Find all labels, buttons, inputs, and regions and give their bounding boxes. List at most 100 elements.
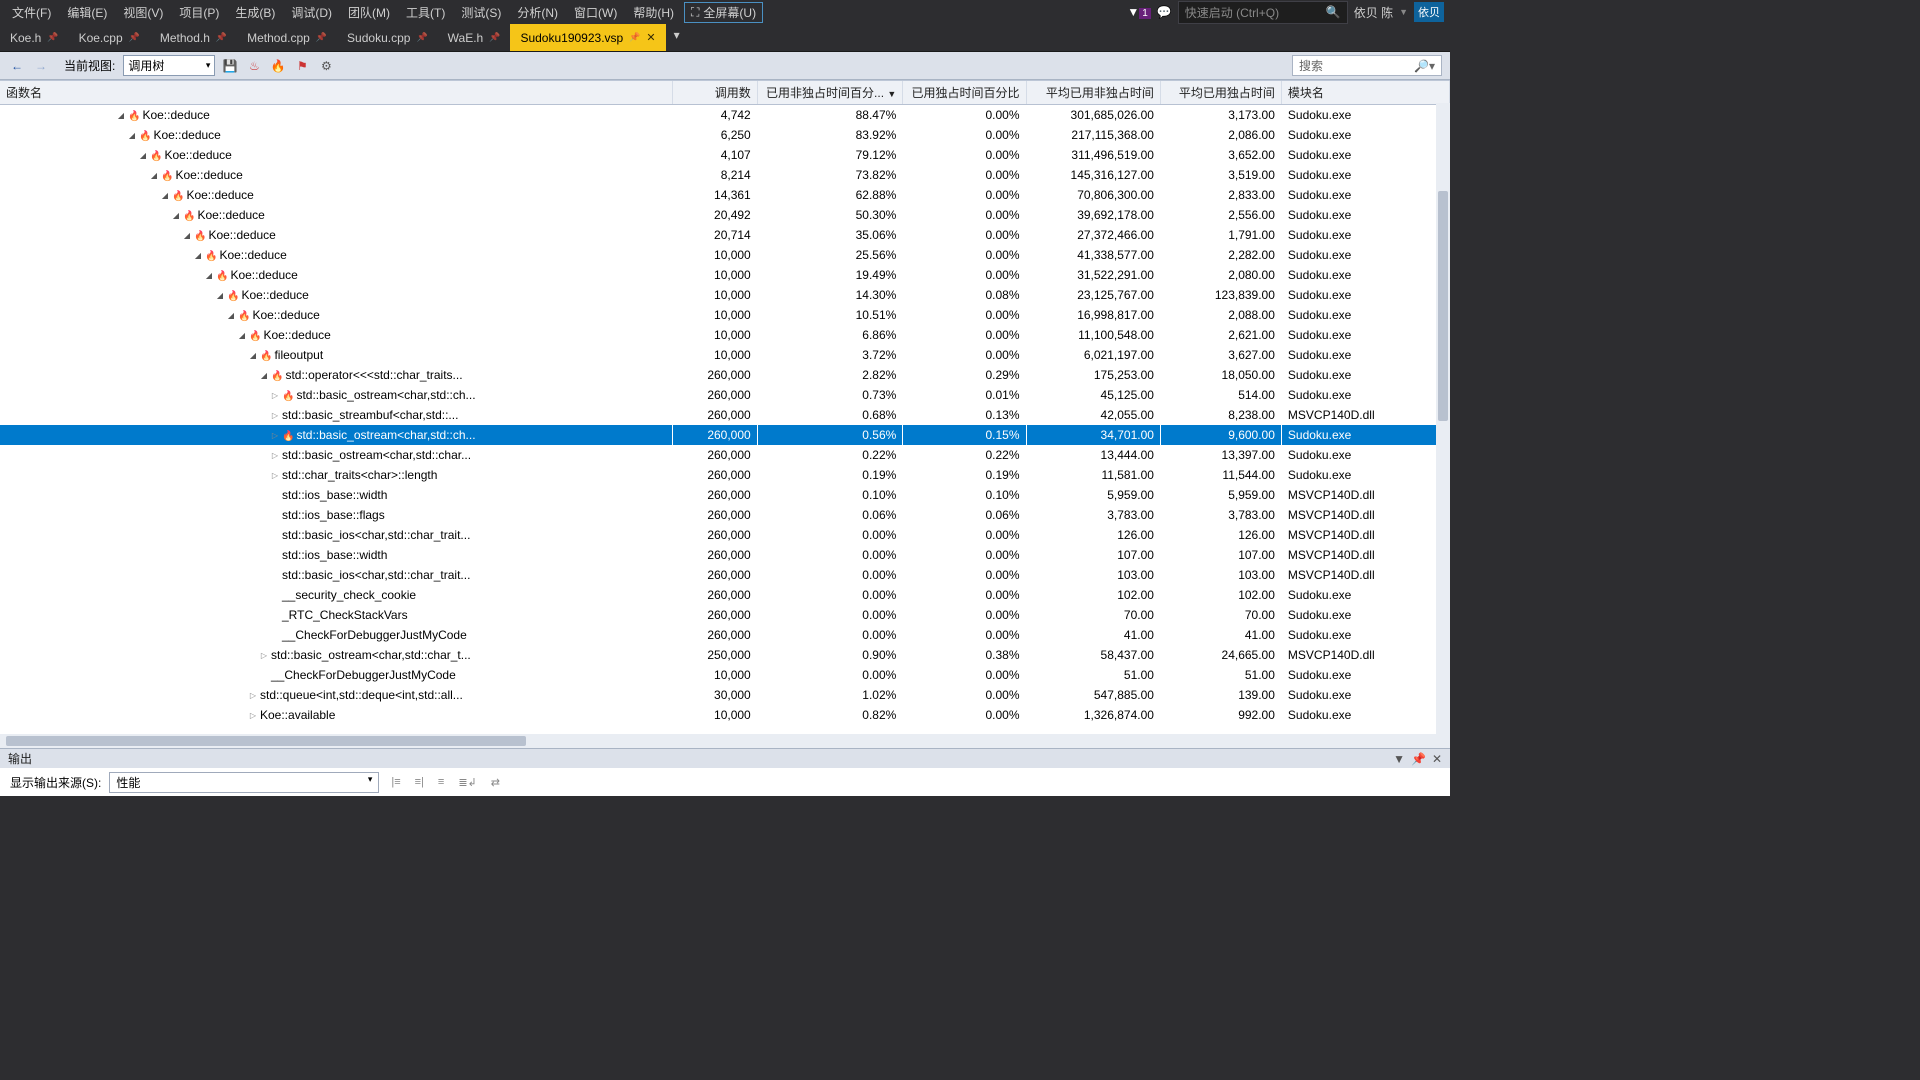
menu-build[interactable]: 生成(B): [229, 2, 281, 23]
expand-icon[interactable]: [248, 710, 258, 720]
table-row[interactable]: std::ios_base::flags260,0000.06%0.06%3,7…: [0, 505, 1450, 525]
expand-icon[interactable]: [237, 330, 247, 340]
menu-test[interactable]: 测试(S): [455, 2, 507, 23]
expand-icon[interactable]: [182, 230, 192, 240]
table-row[interactable]: fileoutput10,0003.72%0.00%6,021,197.003,…: [0, 345, 1450, 365]
table-row[interactable]: _RTC_CheckStackVars260,0000.00%0.00%70.0…: [0, 605, 1450, 625]
expand-icon[interactable]: [127, 130, 137, 140]
table-row[interactable]: std::ios_base::width260,0000.00%0.00%107…: [0, 545, 1450, 565]
nav-back-button[interactable]: ←: [8, 57, 26, 75]
prev-icon[interactable]: |≡: [387, 774, 404, 791]
view-select[interactable]: 调用树▾: [123, 55, 215, 76]
next-icon[interactable]: ≡|: [411, 774, 428, 791]
table-row[interactable]: Koe::deduce10,00025.56%0.00%41,338,577.0…: [0, 245, 1450, 265]
save-icon[interactable]: 💾: [221, 57, 239, 75]
col-function-name[interactable]: 函数名: [0, 81, 672, 105]
table-row[interactable]: Koe::deduce4,74288.47%0.00%301,685,026.0…: [0, 105, 1450, 125]
wrap-icon[interactable]: ≣↲: [454, 774, 480, 791]
table-row[interactable]: Koe::deduce10,00014.30%0.08%23,125,767.0…: [0, 285, 1450, 305]
table-row[interactable]: std::basic_ostream<char,std::char...260,…: [0, 445, 1450, 465]
search-input[interactable]: 搜索🔎▾: [1292, 55, 1442, 76]
hotpath-icon[interactable]: ♨: [245, 57, 263, 75]
col-avg-inclusive[interactable]: 平均已用非独占时间: [1026, 81, 1160, 105]
dropdown-icon[interactable]: ▼: [1393, 752, 1405, 766]
tab-sudoku-vsp[interactable]: Sudoku190923.vsp📌✕: [510, 24, 665, 51]
notification-flag-icon[interactable]: ▼1: [1127, 5, 1150, 19]
expand-icon[interactable]: [248, 690, 258, 700]
expand-icon[interactable]: [259, 650, 269, 660]
table-row[interactable]: Koe::deduce10,00010.51%0.00%16,998,817.0…: [0, 305, 1450, 325]
table-row[interactable]: std::operator<<<std::char_traits...260,0…: [0, 365, 1450, 385]
tab-method-cpp[interactable]: Method.cpp📌: [237, 24, 337, 51]
table-row[interactable]: __security_check_cookie260,0000.00%0.00%…: [0, 585, 1450, 605]
col-inclusive-pct[interactable]: 已用非独占时间百分... ▼: [757, 81, 903, 105]
expand-icon[interactable]: [171, 210, 181, 220]
table-row[interactable]: std::ios_base::width260,0000.10%0.10%5,9…: [0, 485, 1450, 505]
menu-team[interactable]: 团队(M): [342, 2, 396, 23]
tab-koe-h[interactable]: Koe.h📌: [0, 24, 69, 51]
table-row[interactable]: __CheckForDebuggerJustMyCode10,0000.00%0…: [0, 665, 1450, 685]
table-row[interactable]: std::basic_ostream<char,std::ch...260,00…: [0, 425, 1450, 445]
table-row[interactable]: __CheckForDebuggerJustMyCode260,0000.00%…: [0, 625, 1450, 645]
menu-analyze[interactable]: 分析(N): [511, 2, 564, 23]
menu-edit[interactable]: 编辑(E): [61, 2, 113, 23]
pin-icon[interactable]: 📌: [1411, 752, 1426, 766]
table-row[interactable]: std::basic_ostream<char,std::ch...260,00…: [0, 385, 1450, 405]
menu-view[interactable]: 视图(V): [117, 2, 169, 23]
menu-debug[interactable]: 调试(D): [285, 2, 338, 23]
output-source-select[interactable]: 性能▾: [109, 772, 379, 793]
tab-wae-h[interactable]: WaE.h📌: [438, 24, 511, 51]
col-calls[interactable]: 调用数: [672, 81, 757, 105]
close-icon[interactable]: ✕: [1432, 752, 1442, 766]
table-row[interactable]: Koe::deduce10,0006.86%0.00%11,100,548.00…: [0, 325, 1450, 345]
vertical-scrollbar[interactable]: [1436, 103, 1450, 748]
tab-sudoku-cpp[interactable]: Sudoku.cpp📌: [337, 24, 438, 51]
tab-method-h[interactable]: Method.h📌: [150, 24, 237, 51]
table-row[interactable]: Koe::deduce20,71435.06%0.00%27,372,466.0…: [0, 225, 1450, 245]
expand-icon[interactable]: [270, 470, 280, 480]
user-badge[interactable]: 依贝: [1414, 2, 1444, 22]
gear-icon[interactable]: ⚙: [317, 57, 335, 75]
table-row[interactable]: Koe::available10,0000.82%0.00%1,326,874.…: [0, 705, 1450, 725]
feedback-icon[interactable]: 💬: [1157, 5, 1172, 19]
table-row[interactable]: std::char_traits<char>::length260,0000.1…: [0, 465, 1450, 485]
tab-koe-cpp[interactable]: Koe.cpp📌: [69, 24, 150, 51]
fullscreen-button[interactable]: ⛶ 全屏幕(U): [684, 2, 763, 23]
expand-icon[interactable]: [204, 270, 214, 280]
table-row[interactable]: std::basic_ios<char,std::char_trait...26…: [0, 565, 1450, 585]
menu-window[interactable]: 窗口(W): [568, 2, 623, 23]
table-row[interactable]: Koe::deduce14,36162.88%0.00%70,806,300.0…: [0, 185, 1450, 205]
menu-file[interactable]: 文件(F): [6, 2, 57, 23]
expand-icon[interactable]: [248, 350, 258, 360]
table-row[interactable]: std::basic_ostream<char,std::char_t...25…: [0, 645, 1450, 665]
quick-launch-input[interactable]: 快速启动 (Ctrl+Q) 🔍: [1178, 1, 1348, 24]
table-row[interactable]: std::queue<int,std::deque<int,std::all..…: [0, 685, 1450, 705]
clear-icon[interactable]: ≡: [434, 774, 448, 791]
flame-icon[interactable]: 🔥: [269, 57, 287, 75]
menu-project[interactable]: 项目(P): [173, 2, 225, 23]
expand-icon[interactable]: [259, 370, 269, 380]
user-name[interactable]: 依贝 陈: [1354, 4, 1393, 21]
expand-icon[interactable]: [270, 450, 280, 460]
table-row[interactable]: Koe::deduce8,21473.82%0.00%145,316,127.0…: [0, 165, 1450, 185]
expand-icon[interactable]: [149, 170, 159, 180]
col-module[interactable]: 模块名: [1281, 81, 1449, 105]
menu-tools[interactable]: 工具(T): [400, 2, 451, 23]
expand-icon[interactable]: [138, 150, 148, 160]
expand-icon[interactable]: [215, 290, 225, 300]
table-row[interactable]: Koe::deduce6,25083.92%0.00%217,115,368.0…: [0, 125, 1450, 145]
expand-icon[interactable]: [270, 390, 280, 400]
expand-icon[interactable]: [270, 430, 280, 440]
close-icon[interactable]: ✕: [646, 31, 655, 44]
table-row[interactable]: Koe::deduce4,10779.12%0.00%311,496,519.0…: [0, 145, 1450, 165]
toggle-icon[interactable]: ⇄: [487, 774, 504, 791]
expand-icon[interactable]: [116, 110, 126, 120]
nav-forward-button[interactable]: →: [32, 57, 50, 75]
table-row[interactable]: std::basic_streambuf<char,std::...260,00…: [0, 405, 1450, 425]
tab-overflow-icon[interactable]: ▾: [666, 24, 688, 51]
col-exclusive-pct[interactable]: 已用独占时间百分比: [903, 81, 1026, 105]
table-row[interactable]: std::basic_ios<char,std::char_trait...26…: [0, 525, 1450, 545]
col-avg-exclusive[interactable]: 平均已用独占时间: [1160, 81, 1281, 105]
menu-help[interactable]: 帮助(H): [627, 2, 680, 23]
expand-icon[interactable]: [270, 410, 280, 420]
